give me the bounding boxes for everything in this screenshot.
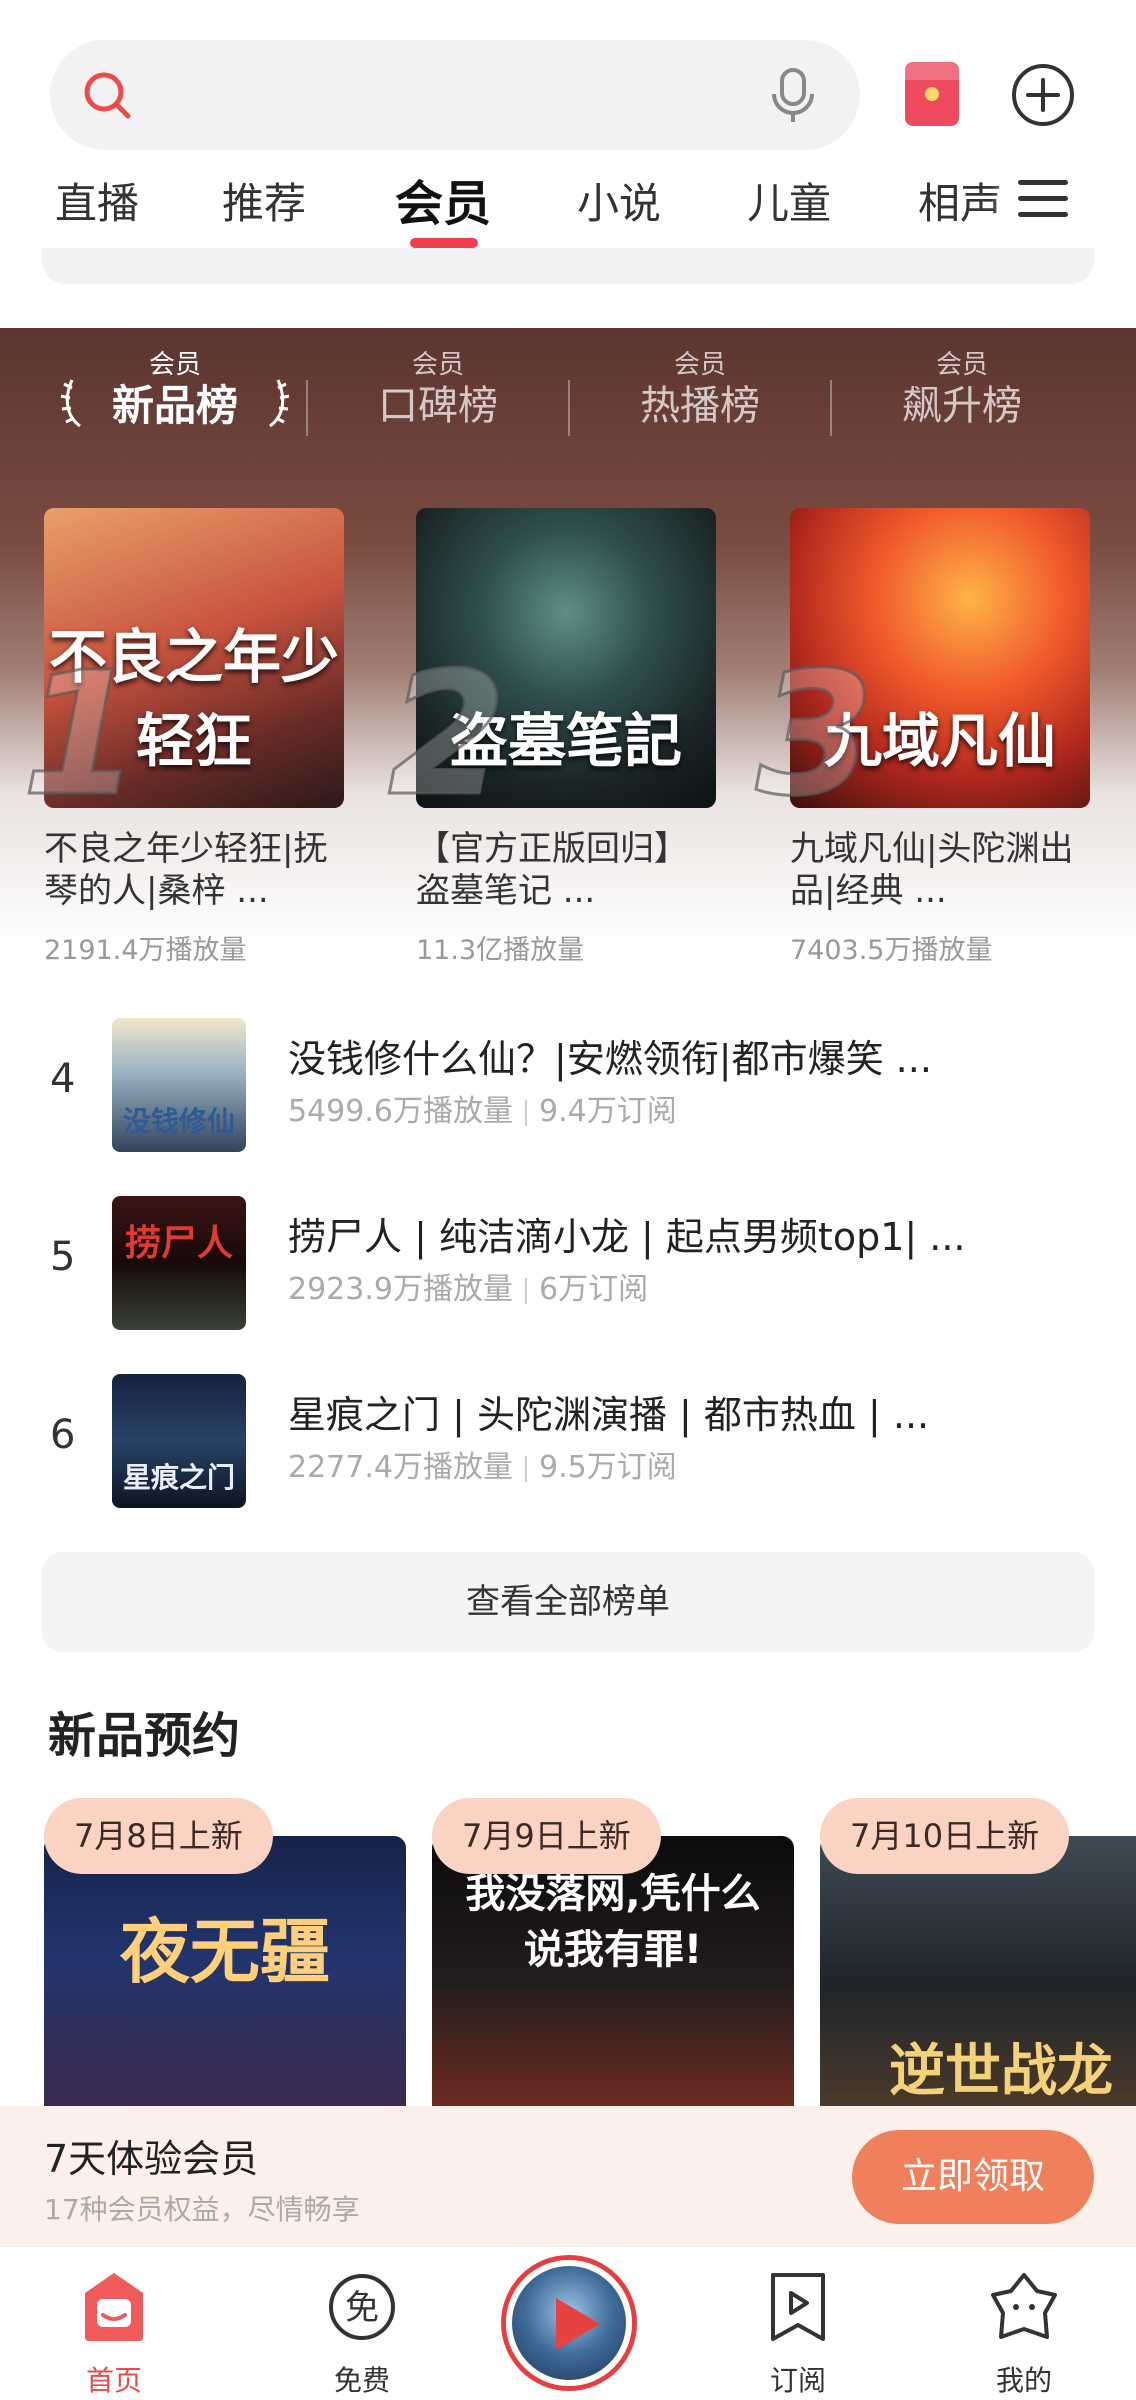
rank-tab-new[interactable]: 会员 新品榜 <box>60 350 290 432</box>
release-date-badge: 7月9日上新 <box>432 1798 661 1874</box>
book-stats: 2923.9万播放量 6万订阅 <box>288 1264 648 1308</box>
book-title[interactable]: 捞尸人 | 纯洁滴小龙 | 起点男频top1| ... <box>288 1206 1088 1261</box>
rank-tab-reputation[interactable]: 会员 口碑榜 <box>323 350 553 432</box>
preorder-card[interactable]: 逆世战龙 <box>820 1836 1136 2106</box>
now-playing-button[interactable] <box>506 2260 632 2386</box>
rank-list-item[interactable]: 5 捞尸人 捞尸人 | 纯洁滴小龙 | 起点男频top1| ... 2923.9… <box>0 1184 1136 1334</box>
rank-number: 2 <box>386 636 507 834</box>
release-date-badge: 7月8日上新 <box>44 1798 273 1874</box>
ranking-tabs: 会员 新品榜 会员 口碑榜 会员 热播榜 会员 飙升榜 <box>0 350 1136 460</box>
subscribe-count: 9.4万订阅 <box>538 1094 677 1129</box>
play-count: 2277.4万播放量 <box>288 1450 513 1485</box>
nav-label: 免费 <box>333 2364 390 2397</box>
rank-tab-label: 热播榜 <box>640 383 760 429</box>
promo-subtitle: 17种会员权益，尽情畅享 <box>44 2193 360 2226</box>
play-count: 5499.6万播放量 <box>288 1094 513 1129</box>
rank-divider <box>830 380 832 436</box>
preorder-card[interactable]: 我没落网,凭什么说我有罪! <box>432 1836 794 2106</box>
subscribe-icon <box>771 2273 825 2341</box>
view-all-rankings-button[interactable]: 查看全部榜单 <box>42 1552 1094 1652</box>
rank-tab-label-small: 会员 <box>673 350 726 380</box>
book-thumbnail[interactable]: 捞尸人 <box>112 1196 246 1330</box>
preorder-card[interactable]: 夜无疆 <box>44 1836 406 2106</box>
play-count: 2923.9万播放量 <box>288 1272 513 1307</box>
subscribe-count: 6万订阅 <box>538 1272 649 1307</box>
menu-icon[interactable] <box>1018 174 1068 224</box>
play-count: 7403.5万播放量 <box>790 935 993 966</box>
home-icon <box>85 2273 143 2341</box>
red-packet-icon[interactable] <box>905 62 959 126</box>
play-count: 11.3亿播放量 <box>416 935 585 966</box>
microphone-icon[interactable] <box>766 66 820 124</box>
rank-list-item[interactable]: 4 没钱修仙 没钱修什么仙？|安燃领衔|都市爆笑 ... 5499.6万播放量 9… <box>0 1006 1136 1156</box>
preorder-cover-title: 我没落网,凭什么说我有罪! <box>465 1871 761 1973</box>
book-thumbnail[interactable]: 星痕之门 <box>112 1374 246 1508</box>
nav-label: 首页 <box>85 2364 142 2397</box>
thumbnail-title: 星痕之门 <box>122 1461 235 1494</box>
section-title-preorder: 新品预约 <box>48 1708 241 1764</box>
free-icon: 免 <box>329 2274 395 2340</box>
preorder-cover-title: 夜无疆 <box>120 1910 330 1993</box>
subscribe-count: 9.5万订阅 <box>538 1450 677 1485</box>
rank-divider <box>306 380 308 436</box>
play-count: 2191.4万播放量 <box>44 935 247 966</box>
profile-icon <box>991 2273 1057 2339</box>
banner-edge <box>42 248 1094 284</box>
rank-number: 4 <box>50 1056 76 1102</box>
nav-label: 订阅 <box>769 2364 826 2397</box>
rank-tab-hot[interactable]: 会员 热播榜 <box>585 350 815 432</box>
preorder-cover-title: 逆世战龙 <box>889 2039 1113 2104</box>
tab-member[interactable]: 会员 <box>395 164 491 234</box>
rank-tab-label: 飙升榜 <box>902 383 1022 429</box>
svg-text:免: 免 <box>345 2288 379 2328</box>
claim-now-button[interactable]: 立即领取 <box>852 2130 1094 2224</box>
promo-title: 7天体验会员 <box>44 2137 259 2181</box>
rank-tab-label-small: 会员 <box>935 350 988 380</box>
active-tab-indicator <box>410 238 478 248</box>
book-stats: 5499.6万播放量 9.4万订阅 <box>288 1086 677 1130</box>
rank-tab-label-small: 会员 <box>148 350 201 380</box>
category-tabs: 直播 推荐 会员 小说 儿童 相声 <box>0 160 1136 250</box>
rank-tab-label-small: 会员 <box>411 350 464 380</box>
book-title[interactable]: 没钱修什么仙？|安燃领衔|都市爆笑 ... <box>288 1028 1088 1083</box>
nav-home[interactable]: 首页 <box>34 2247 194 2400</box>
rank-number: 5 <box>50 1234 76 1280</box>
member-trial-banner[interactable]: 7天体验会员 17种会员权益，尽情畅享 立即领取 <box>0 2106 1136 2246</box>
book-title[interactable]: 九域凡仙|头陀渊出品|经典 ... <box>790 828 1090 916</box>
laurel-right-icon <box>269 379 290 428</box>
rank-divider <box>568 380 570 436</box>
nav-profile[interactable]: 我的 <box>944 2247 1104 2400</box>
nav-label: 我的 <box>995 2364 1052 2397</box>
rank-tab-label: 新品榜 <box>111 381 238 430</box>
tab-recommend[interactable]: 推荐 <box>222 170 306 231</box>
nav-free[interactable]: 免 免费 <box>282 2247 442 2400</box>
search-icon <box>84 72 131 119</box>
book-title[interactable]: 【官方正版回归】盗墓笔记 ... <box>416 828 716 916</box>
rank-number: 6 <box>50 1412 76 1458</box>
thumbnail-title: 捞尸人 <box>124 1223 233 1264</box>
rank-list-item[interactable]: 6 星痕之门 星痕之门 | 头陀渊演播 | 都市热血 | ... 2277.4万… <box>0 1362 1136 1512</box>
tab-live[interactable]: 直播 <box>55 170 139 231</box>
book-thumbnail[interactable]: 没钱修仙 <box>112 1018 246 1152</box>
book-title[interactable]: 不良之年少轻狂|抚琴的人|桑梓 ... <box>44 828 344 916</box>
rank-number: 3 <box>754 636 875 834</box>
thumbnail-title: 没钱修仙 <box>122 1105 235 1138</box>
rank-tab-label: 口碑榜 <box>378 383 498 429</box>
nav-subscribe[interactable]: 订阅 <box>718 2247 878 2400</box>
add-icon[interactable] <box>1010 62 1076 128</box>
tab-novel[interactable]: 小说 <box>577 170 661 231</box>
search-bar[interactable] <box>50 40 860 150</box>
rank-number: 1 <box>20 636 141 834</box>
release-date-badge: 7月10日上新 <box>820 1798 1070 1874</box>
book-title[interactable]: 星痕之门 | 头陀渊演播 | 都市热血 | ... <box>288 1384 1088 1439</box>
tab-children[interactable]: 儿童 <box>747 170 831 231</box>
rank-tab-rising[interactable]: 会员 飙升榜 <box>847 350 1077 432</box>
book-stats: 2277.4万播放量 9.5万订阅 <box>288 1442 677 1486</box>
